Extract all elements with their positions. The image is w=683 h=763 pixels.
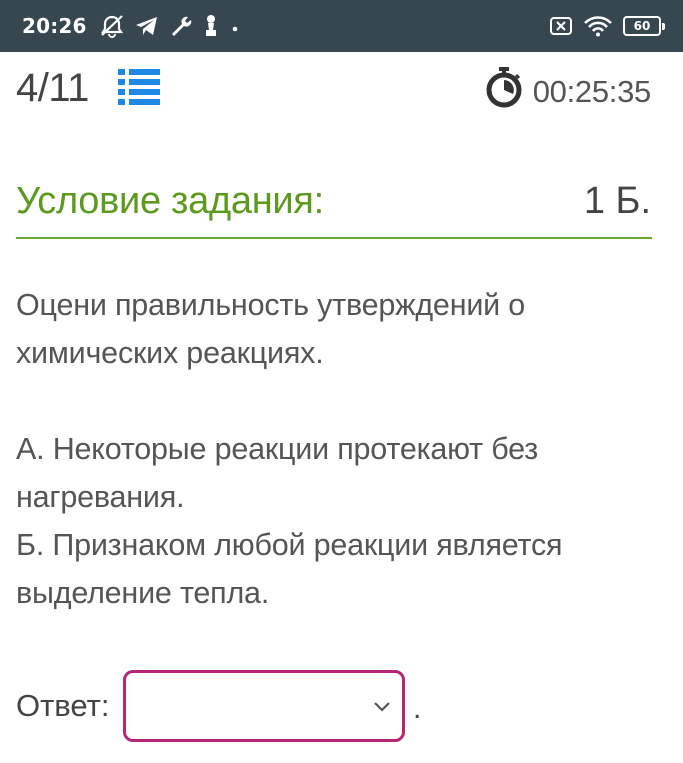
status-time: 20:26: [22, 14, 87, 38]
answer-label: Ответ:: [16, 688, 110, 723]
answer-suffix: .: [413, 692, 422, 725]
task-line: Б. Признаком любой реакции является: [16, 528, 563, 562]
points-badge: 1 Б.: [583, 180, 651, 222]
list-icon[interactable]: [116, 66, 162, 113]
battery-icon: 60: [623, 16, 665, 36]
task-line: Оцени правильность утверждений о: [16, 288, 526, 322]
wifi-icon: [583, 15, 613, 37]
timer-value: 00:25:35: [532, 74, 652, 109]
status-left-icons: [99, 14, 241, 38]
section-divider: [16, 237, 652, 239]
task-text: Оцени правильность утверждений о химичес…: [16, 281, 656, 617]
task-line: нагревания.: [16, 480, 185, 514]
chevron-down-icon: [372, 699, 392, 718]
stopwatch-icon: [484, 66, 524, 113]
sim-x-icon: [549, 16, 573, 36]
task-line: А. Некоторые реакции протекают без: [16, 432, 539, 466]
task-line: выделение тепла.: [16, 576, 270, 610]
chess-pawn-icon: [203, 14, 219, 38]
status-bar: 20:26 60: [0, 0, 683, 52]
section-title: Условие задания:: [16, 180, 324, 222]
answer-select[interactable]: [123, 670, 405, 742]
dot-icon: [229, 14, 241, 38]
wrench-icon: [169, 14, 193, 38]
telegram-icon: [135, 15, 159, 37]
task-line: химических реакциях.: [16, 336, 324, 370]
question-progress: 4/11: [16, 66, 89, 110]
alarm-off-icon: [99, 14, 125, 38]
status-right-icons: 60: [549, 15, 665, 37]
